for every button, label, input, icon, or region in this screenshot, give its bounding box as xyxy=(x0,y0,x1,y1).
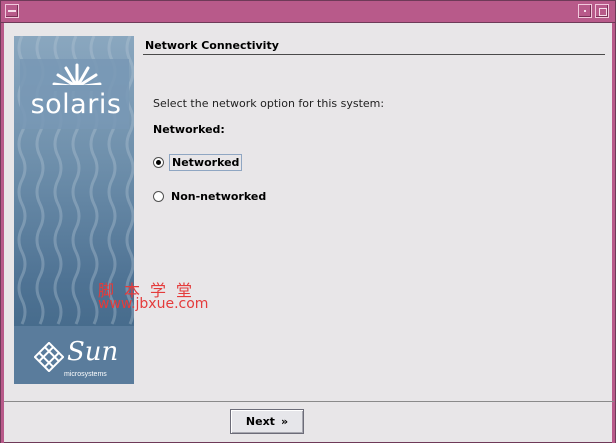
instruction-text: Select the network option for this syste… xyxy=(153,97,385,110)
page-title: Network Connectivity xyxy=(145,39,279,52)
double-chevron-right-icon: » xyxy=(280,415,289,428)
sunburst-icon xyxy=(52,63,102,91)
minimize-button[interactable] xyxy=(578,4,592,18)
solaris-logo-box: solaris xyxy=(20,59,129,129)
solaris-wordmark: solaris xyxy=(30,89,122,120)
networked-label[interactable]: Networked xyxy=(169,154,243,171)
non-networked-radio[interactable] xyxy=(153,191,164,202)
solaris-side-banner: solaris Sun microsystems xyxy=(14,36,134,384)
radio-group-label: Networked: xyxy=(153,123,225,136)
option-non-networked[interactable]: Non-networked xyxy=(153,189,268,204)
option-networked[interactable]: Networked xyxy=(153,154,243,171)
networked-radio[interactable] xyxy=(153,157,164,168)
window-frame-left xyxy=(1,23,4,443)
sun-microsystems-logo-icon xyxy=(34,342,64,372)
sun-tagline: microsystems xyxy=(64,371,107,378)
sun-wordmark: Sun xyxy=(67,337,119,367)
window-menu-button[interactable] xyxy=(5,4,19,18)
footer-divider xyxy=(4,401,614,402)
next-button-label: Next xyxy=(245,415,275,428)
window-frame-right xyxy=(612,23,615,443)
title-bar[interactable] xyxy=(1,1,615,23)
non-networked-label[interactable]: Non-networked xyxy=(169,189,268,204)
watermark-url: www.jbxue.com xyxy=(98,296,209,312)
installer-window: solaris Sun microsystems Network Connect… xyxy=(0,0,616,443)
maximize-button[interactable] xyxy=(595,4,609,18)
next-button[interactable]: Next » xyxy=(230,409,304,434)
title-divider xyxy=(143,54,605,55)
